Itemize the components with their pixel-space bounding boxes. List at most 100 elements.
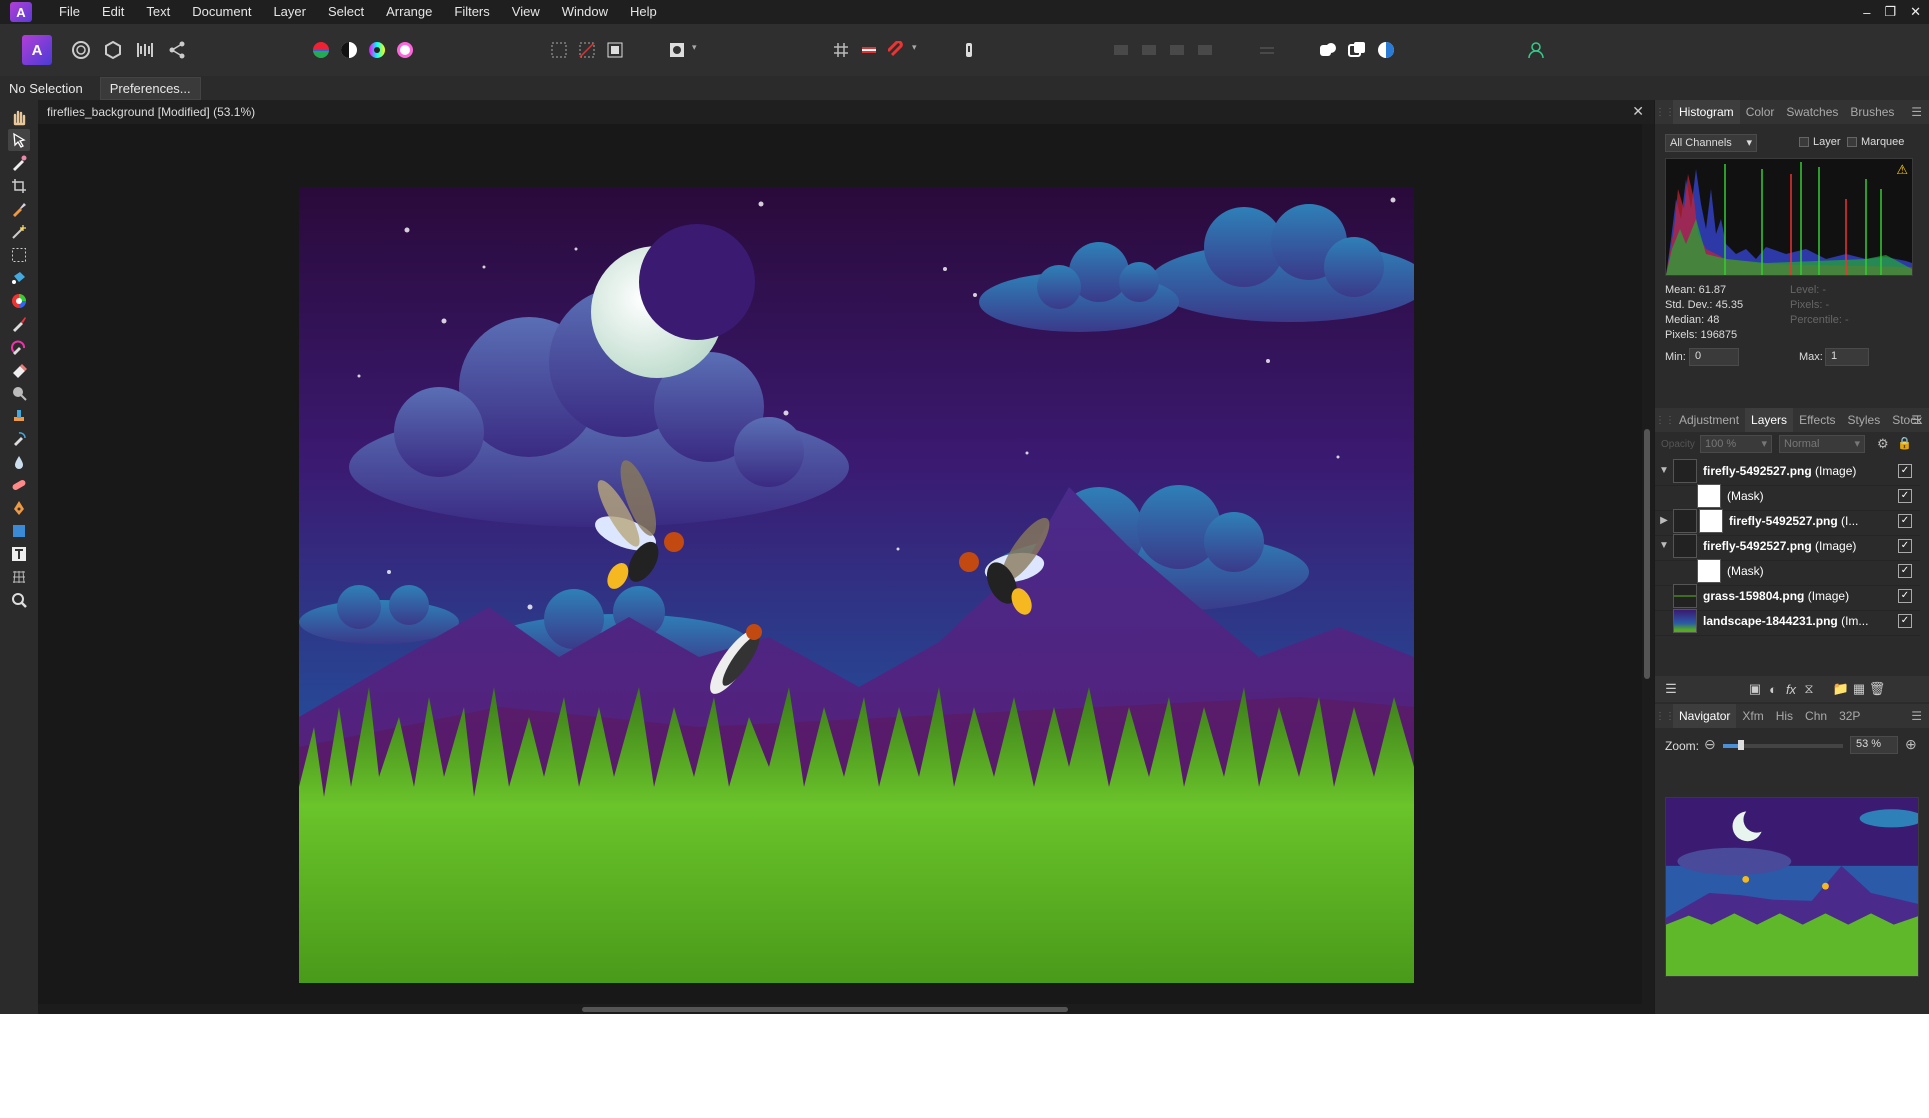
layers-stack-icon[interactable]: ☰ <box>1663 681 1679 697</box>
menu-view[interactable]: View <box>501 0 551 24</box>
menu-edit[interactable]: Edit <box>91 0 135 24</box>
menu-help[interactable]: Help <box>619 0 668 24</box>
hand-tool-icon[interactable] <box>8 106 30 128</box>
restore-icon[interactable]: ❐ <box>1884 4 1896 20</box>
marquee-checkbox[interactable]: Marquee <box>1847 136 1904 148</box>
assistant-options-icon[interactable] <box>954 35 984 65</box>
tab-transform[interactable]: Xfm <box>1736 704 1769 728</box>
menu-arrange[interactable]: Arrange <box>375 0 443 24</box>
preferences-button[interactable]: Preferences... <box>99 76 201 100</box>
tab-swatches[interactable]: Swatches <box>1780 100 1844 124</box>
zoom-value-input[interactable]: 53 % <box>1850 736 1898 754</box>
paint-mixer-tool-icon[interactable] <box>8 336 30 358</box>
menu-window[interactable]: Window <box>551 0 619 24</box>
collapse-arrow-icon[interactable]: ▼ <box>1655 540 1673 551</box>
tab-history[interactable]: His <box>1770 704 1799 728</box>
photo-persona-icon[interactable]: A <box>22 35 52 65</box>
tab-navigator[interactable]: Navigator <box>1673 704 1737 728</box>
undo-brush-tool-icon[interactable] <box>8 428 30 450</box>
visibility-checkbox[interactable]: ✓ <box>1898 513 1912 528</box>
tab-adjustment[interactable]: Adjustment <box>1673 408 1745 432</box>
menu-layer[interactable]: Layer <box>262 0 317 24</box>
align-icon[interactable] <box>1106 35 1136 65</box>
vertical-scrollbar[interactable] <box>1642 124 1654 1004</box>
auto-contrast-icon[interactable] <box>334 35 364 65</box>
marquee-select-icon[interactable] <box>544 35 574 65</box>
tab-layers[interactable]: Layers <box>1745 408 1794 432</box>
auto-white-balance-icon[interactable] <box>390 35 420 65</box>
marquee-tool-icon[interactable] <box>8 244 30 266</box>
close-document-icon[interactable]: ✕ <box>1632 103 1644 120</box>
close-icon[interactable]: ✕ <box>1910 4 1921 20</box>
panel-menu-icon[interactable]: ☰ <box>1911 709 1922 723</box>
min-input[interactable]: 0 <box>1689 348 1739 366</box>
marquee-checkbox-box[interactable] <box>1847 137 1857 148</box>
snapping-dropdown-icon[interactable]: ▾ <box>912 42 917 53</box>
panel-grip-icon[interactable]: ⋮⋮ <box>1655 711 1675 722</box>
deselect-icon[interactable] <box>572 35 602 65</box>
opacity-select[interactable]: 100 % ▾ <box>1700 435 1772 453</box>
zoom-slider[interactable] <box>1723 740 1843 750</box>
clone-tool-icon[interactable] <box>8 405 30 427</box>
liquify-persona-icon[interactable] <box>66 35 96 65</box>
arrange-front-icon[interactable] <box>1190 35 1220 65</box>
mesh-warp-tool-icon[interactable] <box>8 566 30 588</box>
visibility-checkbox[interactable]: ✓ <box>1898 613 1912 628</box>
trash-icon[interactable]: 🗑 <box>1869 681 1886 697</box>
boolean-subtract-icon[interactable] <box>1342 35 1372 65</box>
boolean-add-icon[interactable] <box>1313 35 1343 65</box>
layer-row[interactable]: landscape-1844231.png (Im... ✓ <box>1655 606 1920 636</box>
invert-selection-icon[interactable] <box>600 35 630 65</box>
user-account-icon[interactable] <box>1521 35 1551 65</box>
tab-color[interactable]: Color <box>1740 100 1781 124</box>
horizontal-scrollbar[interactable] <box>38 1004 1654 1014</box>
tab-effects[interactable]: Effects <box>1793 408 1841 432</box>
panel-menu-icon[interactable]: ☰ <box>1911 105 1922 119</box>
menu-file[interactable]: File <box>48 0 91 24</box>
document-viewport[interactable] <box>38 124 1642 1004</box>
zoom-out-icon[interactable]: ⊖ <box>1704 736 1716 753</box>
arrange-back-icon[interactable] <box>1134 35 1164 65</box>
navigator-preview[interactable] <box>1665 797 1919 977</box>
menu-filters[interactable]: Filters <box>443 0 500 24</box>
develop-persona-icon[interactable] <box>98 35 128 65</box>
group-icon[interactable]: 📁 <box>1833 681 1849 697</box>
gear-icon[interactable]: ⚙ <box>1877 436 1889 452</box>
pixel-layer-icon[interactable]: ▦ <box>1851 681 1867 697</box>
rectangle-tool-icon[interactable] <box>8 520 30 542</box>
selection-brush-tool-icon[interactable] <box>8 198 30 220</box>
visibility-checkbox[interactable]: ✓ <box>1898 538 1912 553</box>
affinity-photo-logo-icon[interactable]: A <box>10 2 32 22</box>
document-canvas[interactable] <box>299 187 1414 983</box>
arrange-forward-icon[interactable] <box>1162 35 1192 65</box>
adjustment-icon[interactable]: ◐ <box>1765 681 1781 697</box>
paint-brush-tool-icon[interactable] <box>8 313 30 335</box>
live-filter-icon[interactable]: ⧖ <box>1801 681 1817 697</box>
tab-32p[interactable]: 32P <box>1833 704 1866 728</box>
quick-mask-icon[interactable] <box>662 35 692 65</box>
artistic-text-tool-icon[interactable] <box>8 543 30 565</box>
snapping-grid-icon[interactable] <box>826 35 856 65</box>
tab-styles[interactable]: Styles <box>1842 408 1887 432</box>
layer-checkbox-box[interactable] <box>1799 137 1809 148</box>
distribute-icon[interactable] <box>1252 35 1282 65</box>
auto-colors-icon[interactable] <box>362 35 392 65</box>
snapping-bar-icon[interactable] <box>854 35 884 65</box>
blur-brush-tool-icon[interactable] <box>8 451 30 473</box>
crop-tool-icon[interactable] <box>8 175 30 197</box>
pen-tool-icon[interactable] <box>8 497 30 519</box>
boolean-intersect-icon[interactable] <box>1371 35 1401 65</box>
blend-mode-select[interactable]: Normal ▾ <box>1779 435 1865 453</box>
move-tool-icon[interactable] <box>8 129 30 151</box>
quick-mask-dropdown-icon[interactable]: ▾ <box>692 42 697 53</box>
visibility-checkbox[interactable]: ✓ <box>1898 563 1912 578</box>
panel-menu-icon[interactable]: ☰ <box>1911 413 1922 427</box>
layer-checkbox[interactable]: Layer <box>1799 136 1841 148</box>
visibility-checkbox[interactable]: ✓ <box>1898 588 1912 603</box>
expand-arrow-icon[interactable]: ▶ <box>1655 515 1673 526</box>
color-wheel-tool-icon[interactable] <box>8 290 30 312</box>
color-picker-tool-icon[interactable] <box>8 152 30 174</box>
dodge-tool-icon[interactable] <box>8 382 30 404</box>
lock-icon[interactable]: 🔒 <box>1897 436 1912 450</box>
erase-brush-tool-icon[interactable] <box>8 359 30 381</box>
